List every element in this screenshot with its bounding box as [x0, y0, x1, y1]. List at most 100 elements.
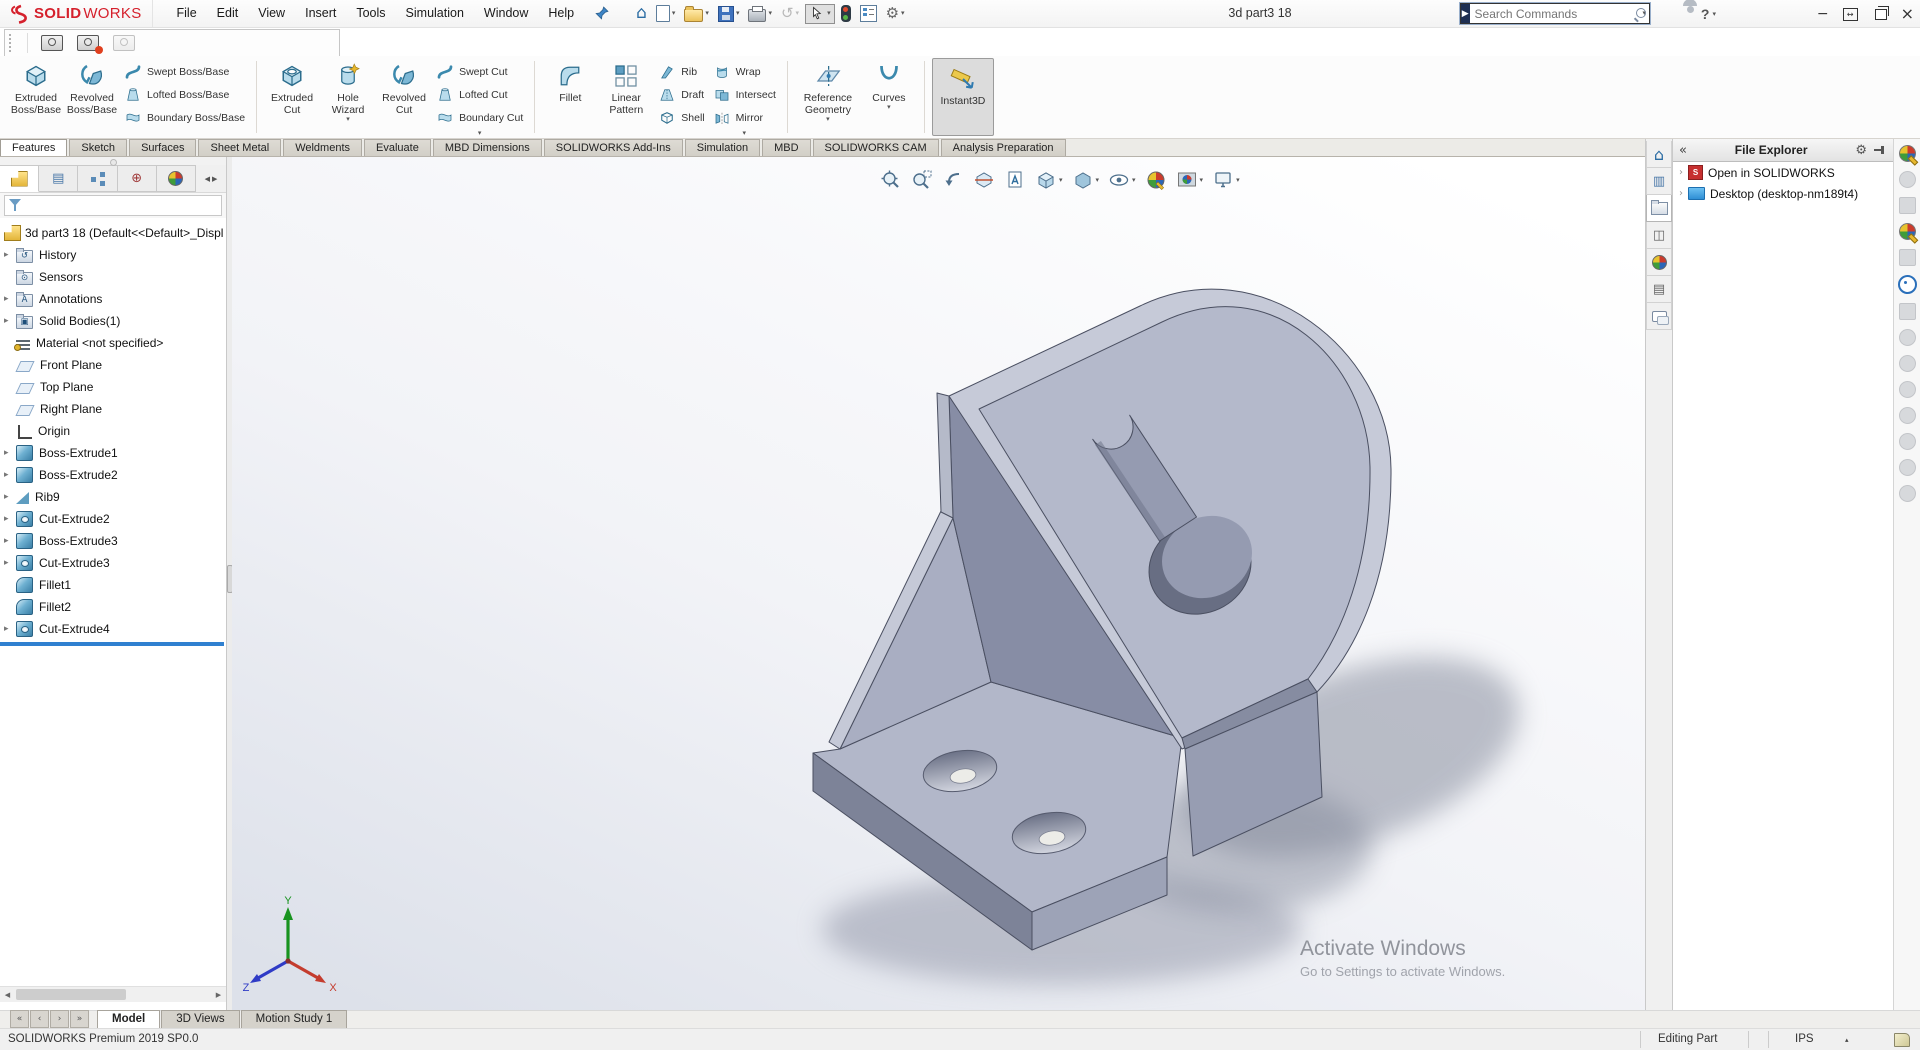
revolved-boss-button[interactable]: Revolved Boss/Base	[64, 56, 120, 138]
extruded-boss-button[interactable]: Extruded Boss/Base	[8, 56, 64, 138]
model-tab[interactable]: Model	[97, 1010, 160, 1028]
edit-scene-icon[interactable]	[1899, 249, 1916, 266]
tab-solidworks-add-ins[interactable]: SOLIDWORKS Add-Ins	[544, 139, 683, 156]
boundary-cut-button[interactable]: Boundary Cut	[436, 109, 523, 127]
shell-button[interactable]: Shell	[658, 109, 704, 127]
menu-tools[interactable]: Tools	[346, 0, 395, 27]
appearances-scenes-tab[interactable]	[1646, 249, 1672, 276]
scroll-left-button[interactable]: ◀	[0, 987, 15, 1002]
print-button[interactable]: ▾	[745, 3, 775, 24]
zoom-to-area-button[interactable]	[911, 169, 933, 191]
display-manager-tab[interactable]	[157, 165, 196, 192]
motion-study-tab[interactable]: Motion Study 1	[241, 1010, 348, 1028]
dimxpert-manager-tab[interactable]: ⊕	[118, 165, 157, 192]
target-icon[interactable]	[1898, 275, 1917, 294]
help-button[interactable]: ?▾	[1701, 6, 1716, 22]
pin-panel-icon[interactable]	[1873, 143, 1887, 157]
tree-filter-input[interactable]	[4, 195, 222, 216]
last-tab-button[interactable]: »	[70, 1010, 89, 1028]
mirror-button[interactable]: Mirror	[713, 109, 776, 127]
units-selector[interactable]: IPS	[1795, 1033, 1814, 1045]
menu-help[interactable]: Help	[538, 0, 584, 27]
tree-item[interactable]: ▸Cut-Extrude4	[0, 618, 226, 640]
swept-boss-button[interactable]: Swept Boss/Base	[124, 63, 245, 81]
tree-item[interactable]: ▸Solid Bodies(1)	[0, 310, 226, 332]
tree-item[interactable]: ▸Boss-Extrude2	[0, 464, 226, 486]
3d-model-canvas[interactable]	[232, 157, 1645, 1010]
toolbar-drag-handle[interactable]	[9, 34, 15, 52]
expand-arrow-icon[interactable]: ▸	[4, 514, 16, 524]
lofted-cut-button[interactable]: Lofted Cut	[436, 86, 523, 104]
tree-item[interactable]: Top Plane	[0, 376, 226, 398]
revolved-cut-button[interactable]: Revolved Cut	[376, 56, 432, 138]
wrap-button[interactable]: Wrap	[713, 63, 776, 81]
lofted-boss-button[interactable]: Lofted Boss/Base	[124, 86, 245, 104]
tree-item[interactable]: Material <not specified>	[0, 332, 226, 354]
minimize-button[interactable]: −	[1817, 7, 1829, 21]
menu-window[interactable]: Window	[474, 0, 538, 27]
tab-weldments[interactable]: Weldments	[283, 139, 362, 156]
close-button[interactable]: ×	[1901, 6, 1914, 22]
tree-item[interactable]: ▸Cut-Extrude2	[0, 508, 226, 530]
record-video-icon[interactable]	[77, 35, 99, 51]
tab-mbd-dimensions[interactable]: MBD Dimensions	[433, 139, 542, 156]
linear-pattern-button[interactable]: Linear Pattern	[598, 56, 654, 138]
search-input[interactable]	[1470, 7, 1635, 21]
tab-analysis-preparation[interactable]: Analysis Preparation	[941, 139, 1066, 156]
hide-show-annotations-button[interactable]	[1004, 169, 1026, 191]
tree-item[interactable]: ▸Boss-Extrude3	[0, 530, 226, 552]
rebuild-button[interactable]	[838, 3, 854, 24]
undo-button[interactable]: ↺▾	[778, 4, 802, 23]
restore-button[interactable]	[1875, 9, 1887, 20]
panel-grip-handle[interactable]	[0, 157, 226, 165]
tree-item[interactable]: Fillet2	[0, 596, 226, 618]
tree-item[interactable]: Origin	[0, 420, 226, 442]
search-icon[interactable]	[1635, 7, 1641, 21]
home-button[interactable]: ⌂	[633, 3, 650, 24]
appearance-library-icon[interactable]	[1899, 223, 1916, 240]
panel-tab-scroll-left[interactable]: ◀	[205, 175, 210, 183]
extruded-cut-button[interactable]: Extruded Cut	[264, 56, 320, 138]
rollback-bar[interactable]	[0, 642, 224, 646]
draft-button[interactable]: Draft	[658, 86, 704, 104]
property-manager-tab[interactable]: ▤	[39, 165, 78, 192]
file-explorer-item[interactable]: › Desktop (desktop-nm189t4)	[1673, 183, 1893, 204]
fillet-button[interactable]: Fillet	[542, 56, 598, 138]
file-explorer-tab[interactable]	[1646, 195, 1672, 222]
hole-wizard-button[interactable]: Hole Wizard▾	[320, 56, 376, 138]
pin-menu-icon[interactable]	[594, 6, 609, 21]
scrollbar-thumb[interactable]	[16, 989, 126, 1000]
apply-scene-button[interactable]: ▾	[1176, 169, 1204, 191]
tree-item[interactable]: ▸Rib9	[0, 486, 226, 508]
new-document-button[interactable]: ▾	[653, 3, 679, 24]
solidworks-forum-tab[interactable]	[1646, 303, 1672, 330]
expand-arrow-icon[interactable]: ▸	[4, 624, 16, 634]
tab-sketch[interactable]: Sketch	[69, 139, 127, 156]
file-properties-button[interactable]	[857, 3, 880, 24]
view-orientation-button[interactable]: ▾	[1035, 169, 1063, 191]
tree-item[interactable]: ▸Boss-Extrude1	[0, 442, 226, 464]
expand-arrow-icon[interactable]: ▸	[4, 470, 16, 480]
panel-options-gear-icon[interactable]: ⚙	[1855, 143, 1867, 158]
open-button[interactable]: ▾	[681, 4, 712, 24]
expand-arrow-icon[interactable]: ▸	[4, 250, 16, 260]
3d-views-tab[interactable]: 3D Views	[161, 1010, 239, 1028]
expand-arrow-icon[interactable]: ▸	[4, 448, 16, 458]
tree-horizontal-scrollbar[interactable]: ◀ ▶	[0, 986, 226, 1002]
tree-root-item[interactable]: 3d part3 18 (Default<<Default>_Displ	[0, 222, 226, 244]
collapse-panel-button[interactable]: «	[1679, 143, 1687, 158]
save-button[interactable]: ▾	[715, 4, 743, 24]
tab-sheet-metal[interactable]: Sheet Metal	[198, 139, 281, 156]
file-explorer-item[interactable]: › S Open in SOLIDWORKS	[1673, 162, 1893, 183]
expand-arrow-icon[interactable]: ▸	[4, 558, 16, 568]
reference-geometry-button[interactable]: Reference Geometry▾	[795, 56, 861, 138]
menu-view[interactable]: View	[248, 0, 295, 27]
curves-button[interactable]: Curves▾	[861, 56, 917, 138]
section-view-button[interactable]	[973, 169, 995, 191]
tree-item[interactable]: Front Plane	[0, 354, 226, 376]
rib-button[interactable]: Rib	[658, 63, 704, 81]
tab-evaluate[interactable]: Evaluate	[364, 139, 431, 156]
scroll-right-button[interactable]: ▶	[211, 987, 226, 1002]
tab-surfaces[interactable]: Surfaces	[129, 139, 196, 156]
tab-solidworks-cam[interactable]: SOLIDWORKS CAM	[813, 139, 939, 156]
